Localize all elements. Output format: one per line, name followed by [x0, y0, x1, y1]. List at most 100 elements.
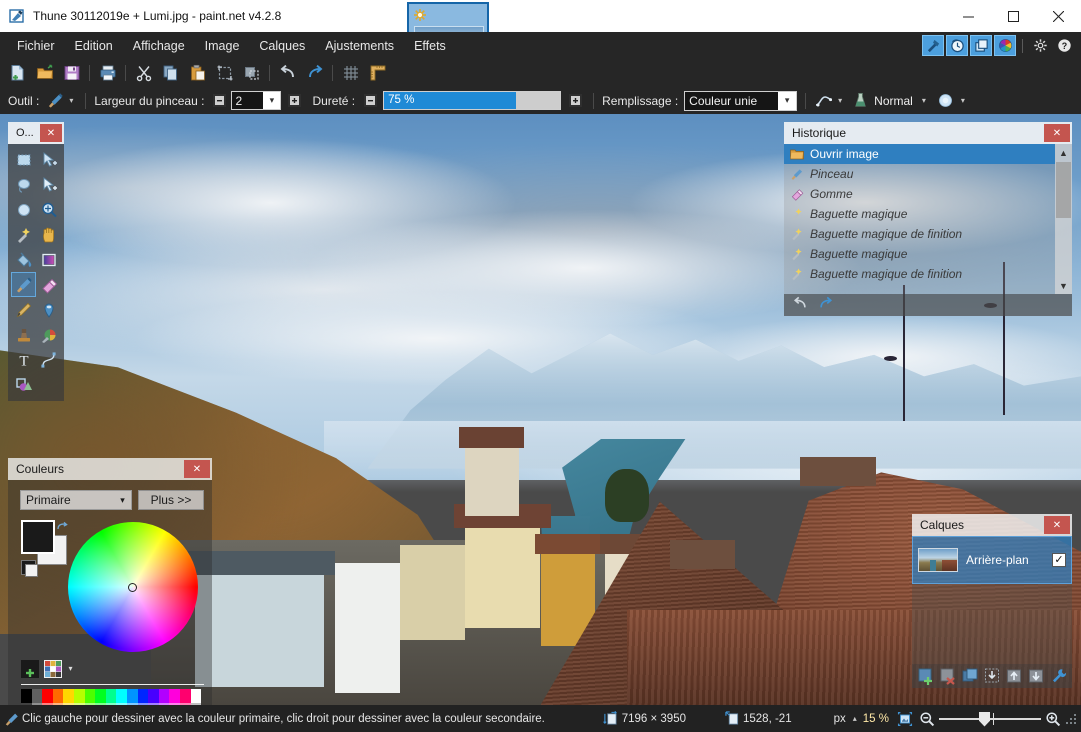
menu-calques[interactable]: Calques — [250, 34, 314, 58]
palette-swatch[interactable] — [73, 689, 85, 703]
maximize-button[interactable] — [991, 0, 1036, 32]
palette-swatch[interactable] — [169, 689, 180, 703]
unit-group[interactable]: px ▴ — [834, 713, 857, 725]
palette-column[interactable] — [21, 689, 32, 705]
swap-colors-icon[interactable] — [56, 520, 68, 532]
move-layer-up-button[interactable] — [1003, 666, 1024, 686]
palette-icon[interactable] — [44, 660, 62, 678]
menu-fichier[interactable]: Fichier — [8, 34, 64, 58]
colors-panel-titlebar[interactable]: Couleurs ✕ — [8, 458, 212, 480]
tool-ellipse-select[interactable] — [11, 197, 36, 222]
tool-magic-wand[interactable] — [11, 222, 36, 247]
zoom-slider-thumb[interactable] — [979, 711, 990, 727]
layer-visibility-checkbox[interactable]: ✓ — [1052, 553, 1066, 567]
history-item[interactable]: Baguette magique — [784, 204, 1055, 224]
palette-swatch[interactable] — [42, 689, 53, 703]
tool-shapes[interactable] — [11, 372, 36, 397]
palette-swatch[interactable] — [190, 689, 202, 703]
settings-button[interactable] — [1029, 35, 1051, 56]
palette-column[interactable] — [42, 689, 53, 705]
delete-layer-button[interactable] — [937, 666, 958, 686]
fill-select[interactable]: Couleur unie ▾ — [684, 90, 798, 111]
reset-colors-secondary[interactable] — [25, 564, 38, 577]
palette-column[interactable] — [169, 689, 180, 705]
palette-column[interactable] — [95, 689, 106, 705]
current-tool-paintbrush-icon[interactable] — [45, 91, 65, 111]
tool-color-picker[interactable] — [36, 297, 61, 322]
palette-swatch[interactable] — [137, 689, 149, 703]
palette-swatches[interactable] — [21, 689, 211, 705]
duplicate-layer-button[interactable] — [959, 666, 980, 686]
zoom-in-icon[interactable] — [1045, 711, 1061, 727]
add-layer-button[interactable] — [915, 666, 936, 686]
tool-recolor[interactable] — [36, 322, 61, 347]
palette-column[interactable] — [52, 689, 64, 705]
fit-to-window-icon[interactable] — [897, 711, 913, 727]
hardness-increase-button[interactable] — [569, 94, 583, 107]
more-colors-button[interactable]: Plus >> — [138, 490, 204, 510]
scrollbar-thumb[interactable] — [1056, 162, 1071, 218]
history-panel-toggle[interactable] — [946, 35, 968, 56]
tool-clone-stamp[interactable] — [11, 322, 36, 347]
tool-pencil[interactable] — [11, 297, 36, 322]
color-mode-chevron-down-icon[interactable]: ▾ — [114, 495, 131, 506]
palette-column[interactable] — [179, 689, 191, 705]
brush-width-input[interactable]: 2 ▾ — [231, 91, 282, 110]
hardness-slider[interactable]: 75 % — [383, 91, 562, 110]
color-wheel-cursor[interactable] — [128, 583, 137, 592]
primary-color-swatch[interactable] — [21, 520, 55, 554]
palette-swatch[interactable] — [158, 689, 170, 703]
palette-swatch[interactable] — [31, 689, 43, 703]
palette-column[interactable] — [73, 689, 85, 705]
brush-width-decrease-button[interactable] — [213, 94, 227, 107]
menu-effets[interactable]: Effets — [405, 34, 455, 58]
move-layer-down-button[interactable] — [1025, 666, 1046, 686]
history-item[interactable]: Pinceau — [784, 164, 1055, 184]
palette-swatch[interactable] — [116, 689, 127, 703]
palette-swatch[interactable] — [63, 689, 74, 703]
palette-swatch[interactable] — [21, 689, 32, 703]
tools-panel-toggle[interactable] — [922, 35, 944, 56]
add-swatch-icon[interactable] — [21, 660, 39, 678]
copy-icon[interactable] — [157, 61, 184, 85]
layer-row[interactable]: Arrière-plan ✓ — [912, 536, 1072, 584]
palette-column[interactable] — [84, 689, 96, 705]
grid-icon[interactable] — [337, 61, 364, 85]
palette-swatch[interactable] — [126, 689, 138, 703]
tool-rectangle-select[interactable] — [11, 147, 36, 172]
palette-column[interactable] — [148, 689, 159, 705]
history-redo-arrow-icon[interactable] — [817, 296, 834, 315]
history-panel-close-icon[interactable]: ✕ — [1044, 124, 1070, 142]
canvas-area[interactable]: O... ✕ T Historique ✕ Ouvrir image Pince… — [0, 114, 1081, 705]
zoom-out-icon[interactable] — [919, 711, 935, 727]
tool-paintbrush[interactable] — [11, 272, 36, 297]
tool-gradient[interactable] — [36, 247, 61, 272]
blend-mode-icon[interactable] — [850, 92, 870, 110]
help-button[interactable]: ? — [1053, 35, 1075, 56]
palette-swatch[interactable] — [52, 689, 64, 703]
undo-arrow-icon[interactable] — [274, 61, 301, 85]
history-item[interactable]: Gomme — [784, 184, 1055, 204]
brush-nib-icon[interactable] — [935, 92, 957, 110]
paste-icon[interactable] — [184, 61, 211, 85]
merge-layer-down-button[interactable] — [981, 666, 1002, 686]
menu-edition[interactable]: Edition — [66, 34, 122, 58]
scroll-up-chevron-up-icon[interactable]: ▲ — [1055, 144, 1072, 161]
palette-swatch[interactable] — [148, 689, 159, 703]
palette-column[interactable] — [116, 689, 127, 705]
hardness-decrease-button[interactable] — [364, 94, 378, 107]
history-item[interactable]: Baguette magique — [784, 244, 1055, 264]
palette-column[interactable] — [105, 689, 117, 705]
layer-properties-button[interactable] — [1047, 666, 1068, 686]
tool-text[interactable]: T — [11, 347, 36, 372]
new-document-icon[interactable] — [4, 61, 31, 85]
brush-nib-chevron-down-icon[interactable]: ▾ — [957, 94, 969, 108]
history-undo-arrow-icon[interactable] — [792, 296, 809, 315]
tool-move-selected[interactable] — [36, 147, 61, 172]
brush-width-increase-button[interactable] — [288, 94, 302, 107]
palette-column[interactable] — [158, 689, 170, 705]
palette-swatch[interactable] — [179, 689, 191, 703]
tool-eraser[interactable] — [36, 272, 61, 297]
tools-panel-titlebar[interactable]: O... ✕ — [8, 122, 64, 144]
palette-swatch[interactable] — [105, 689, 117, 703]
